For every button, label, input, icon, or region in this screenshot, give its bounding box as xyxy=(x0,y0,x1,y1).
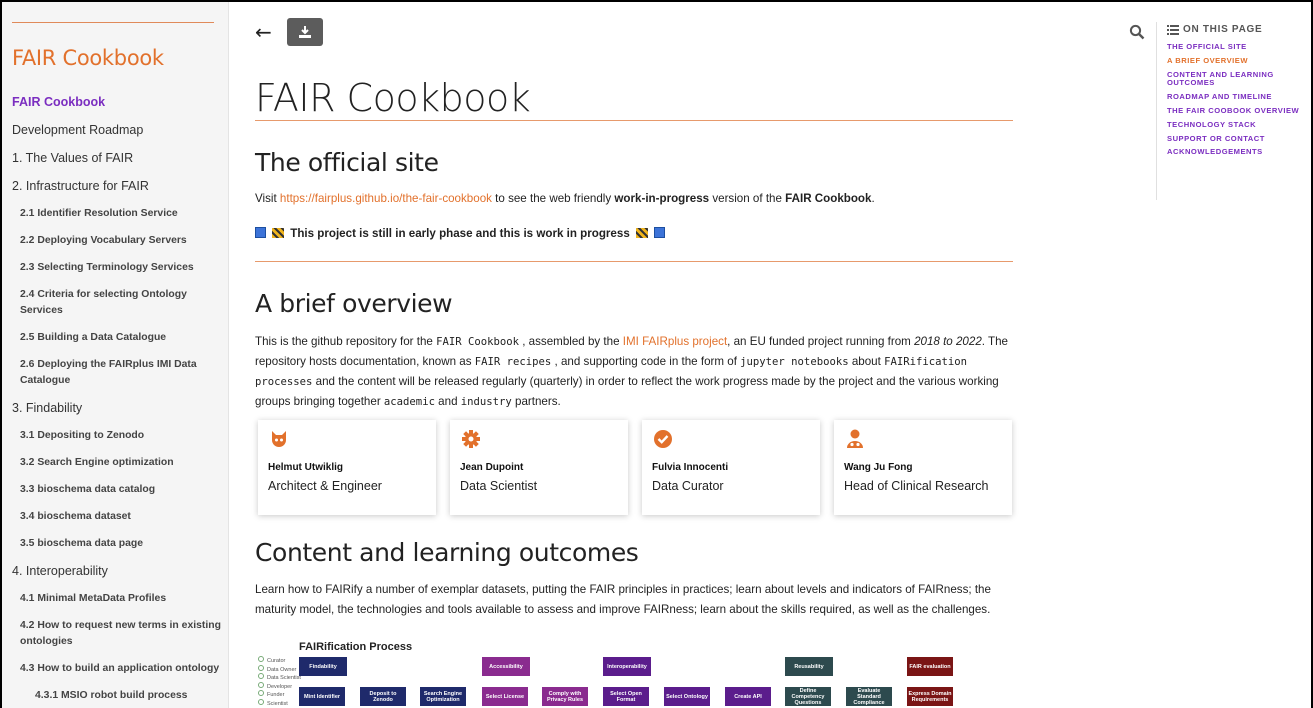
toolbar: ← xyxy=(255,18,323,46)
fair-step-box: Select Ontology xyxy=(664,687,710,706)
wip-warning: This project is still in early phase and… xyxy=(255,224,1017,244)
team-cards: Helmut Utwiklig Architect & Engineer Jea… xyxy=(258,420,1012,515)
team-card: Fulvia Innocenti Data Curator xyxy=(642,420,820,515)
cookbook-link[interactable]: https://fairplus.github.io/the-fair-cook… xyxy=(280,192,492,205)
toc-item[interactable]: ROADMAP AND TIMELINE xyxy=(1167,92,1306,102)
toc-item[interactable]: THE FAIR COOBOOK OVERVIEW xyxy=(1167,106,1306,116)
fair-step-box: Create API xyxy=(725,687,771,706)
legend-entry: Curator xyxy=(258,656,301,665)
sidebar-item[interactable]: 4.2 How to request new terms in existing… xyxy=(12,615,222,658)
toc-heading: ON THIS PAGE xyxy=(1167,24,1306,35)
team-card: Helmut Utwiklig Architect & Engineer xyxy=(258,420,436,515)
sidebar-item[interactable]: 2.6 Deploying the FAIRplus IMI Data Cata… xyxy=(12,354,222,397)
arrow-left-icon[interactable]: ← xyxy=(255,20,275,44)
sidebar-item[interactable]: 3. Findability xyxy=(12,397,222,425)
fair-step-box: Express Domain Requirements xyxy=(907,687,953,706)
team-card: Jean Dupoint Data Scientist xyxy=(450,420,628,515)
overview-heading: A brief overview xyxy=(255,289,453,318)
section-rule xyxy=(255,261,1013,262)
sidebar-item[interactable]: 3.3 bioschema data catalog xyxy=(12,479,222,506)
toc-item[interactable]: ACKNOWLEDGEMENTS xyxy=(1167,148,1306,157)
figure-legend: Curator Data Owner Data Scientist Developer… xyxy=(258,656,301,707)
fair-step-box: Comply with Privacy Rules xyxy=(542,687,588,706)
fair-stage-box: Accessibility xyxy=(482,657,530,676)
team-member-name: Helmut Utwiklig xyxy=(268,462,344,473)
sidebar-item[interactable]: 2.5 Building a Data Catalogue xyxy=(12,327,222,354)
legend-entry: Data Scientist xyxy=(258,673,301,682)
legend-entry: Data Owner xyxy=(258,665,301,674)
content-text: Learn how to FAIRify a number of exempla… xyxy=(255,583,991,616)
check-circle-icon xyxy=(654,430,672,448)
legend-entry: Developer xyxy=(258,682,301,691)
fair-stage-box: Reusability xyxy=(785,657,833,676)
construction-icon xyxy=(654,227,666,238)
figure-title: FAIRification Process xyxy=(299,641,413,653)
list-icon xyxy=(1167,24,1179,35)
sidebar-item[interactable]: 2.2 Deploying Vocabulary Servers xyxy=(12,230,222,257)
github-icon xyxy=(272,431,286,447)
legend-entry: Scientist xyxy=(258,699,301,708)
content-heading: Content and learning outcomes xyxy=(255,538,639,567)
toc-item[interactable]: THE OFFICIAL SITE xyxy=(1167,42,1306,52)
title-rule xyxy=(255,120,1013,121)
legend-entry: Funder xyxy=(258,690,301,699)
team-member-role: Data Curator xyxy=(652,479,724,493)
sidebar-item[interactable]: 2. Infrastructure for FAIR xyxy=(12,175,222,203)
page-title: FAIR Cookbook xyxy=(255,76,531,120)
fair-step-box: Deposit to Zenodo xyxy=(360,687,406,706)
team-member-role: Data Scientist xyxy=(460,479,538,493)
toc-item[interactable]: A BRIEF OVERVIEW xyxy=(1167,56,1306,66)
toc-item[interactable]: CONTENT AND LEARNING OUTCOMES xyxy=(1167,70,1306,89)
team-card: Wang Ju Fong Head of Clinical Research xyxy=(834,420,1012,515)
sidebar-item[interactable]: 3.2 Search Engine optimization xyxy=(12,452,222,479)
team-member-role: Architect & Engineer xyxy=(268,479,382,493)
user-md-icon xyxy=(847,429,863,448)
overview-text: This is the github repository for the FA… xyxy=(255,335,1008,408)
official-site-text: Visit https://fairplus.github.io/the-fai… xyxy=(255,192,875,205)
fair-stage-box: Interoperability xyxy=(603,657,651,676)
imi-fairplus-link[interactable]: IMI FAIRplus project xyxy=(623,335,727,348)
download-icon xyxy=(299,26,311,38)
fair-step-box: Select License xyxy=(482,687,528,706)
sidebar-brand[interactable]: FAIR Cookbook xyxy=(12,46,164,70)
fair-step-box: Search Engine Optimization xyxy=(420,687,466,706)
sidebar: FAIR Cookbook FAIR Cookbook Development R… xyxy=(2,2,229,708)
sidebar-item[interactable]: 2.3 Selecting Terminology Services xyxy=(12,257,222,284)
sidebar-nav: FAIR Cookbook Development Roadmap 1. The V… xyxy=(12,91,222,708)
search-icon[interactable] xyxy=(1129,24,1145,40)
sidebar-item[interactable]: 4.3.1 MSIO robot build process xyxy=(12,685,222,708)
barrier-icon xyxy=(272,228,284,238)
sidebar-item[interactable]: 4.3 How to build an application ontology xyxy=(12,658,222,685)
team-member-name: Wang Ju Fong xyxy=(844,462,913,473)
sidebar-item[interactable]: 1. The Values of FAIR xyxy=(12,147,222,175)
table-of-contents: ON THIS PAGE THE OFFICIAL SITE A BRIEF OV… xyxy=(1156,22,1306,200)
sidebar-item[interactable]: 2.4 Criteria for selecting Ontology Serv… xyxy=(12,284,222,327)
sidebar-divider xyxy=(12,22,214,23)
toc-item[interactable]: SUPPORT OR CONTACT xyxy=(1167,134,1306,144)
fair-stage-box: Findability xyxy=(299,657,347,676)
fair-step-box: Define Competency Questions xyxy=(785,687,831,706)
fair-step-box: Select Open Format xyxy=(603,687,649,706)
sidebar-item[interactable]: 2.1 Identifier Resolution Service xyxy=(12,203,222,230)
fair-step-box: Mint Identifier xyxy=(299,687,345,706)
sidebar-item[interactable]: 4. Interoperability xyxy=(12,560,222,588)
barrier-icon xyxy=(636,228,649,238)
construction-icon xyxy=(255,227,266,238)
sidebar-item[interactable]: 3.1 Depositing to Zenodo xyxy=(12,425,222,452)
sidebar-item[interactable]: 3.4 bioschema dataset xyxy=(12,506,222,533)
team-member-name: Fulvia Innocenti xyxy=(652,462,729,473)
sidebar-item[interactable]: FAIR Cookbook xyxy=(12,91,222,119)
official-site-heading: The official site xyxy=(255,148,439,177)
fair-step-box: Evaluate Standard Compliance xyxy=(846,687,892,706)
sidebar-item[interactable]: Development Roadmap xyxy=(12,119,222,147)
sidebar-item[interactable]: 3.5 bioschema data page xyxy=(12,533,222,560)
download-button[interactable] xyxy=(287,18,323,46)
team-member-role: Head of Clinical Research xyxy=(844,479,989,493)
fair-stage-box: FAIR evaluation xyxy=(907,657,953,676)
toc-item[interactable]: TECHNOLOGY STACK xyxy=(1167,120,1306,130)
sidebar-item[interactable]: 4.1 Minimal MetaData Profiles xyxy=(12,588,222,615)
gear-icon xyxy=(462,430,480,448)
team-member-name: Jean Dupoint xyxy=(460,462,524,473)
toc-list: THE OFFICIAL SITE A BRIEF OVERVIEW CONTENT… xyxy=(1167,42,1306,157)
